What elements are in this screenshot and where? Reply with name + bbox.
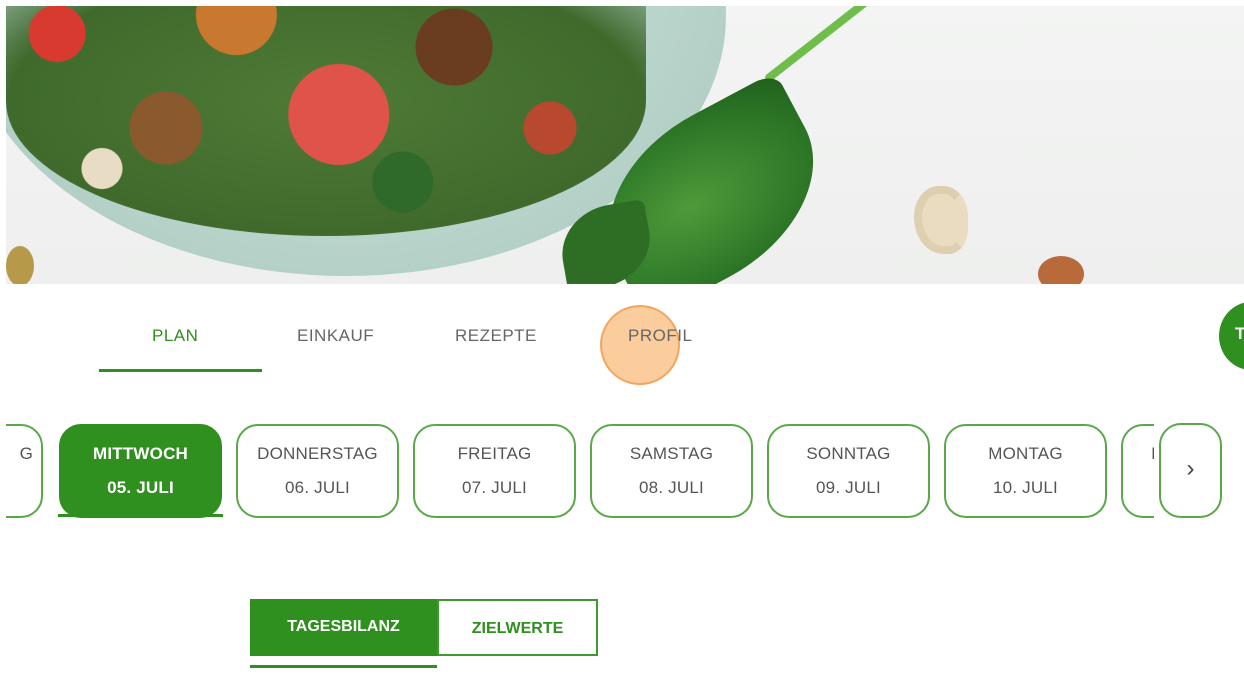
day-name: MONTAG — [988, 444, 1063, 463]
hero-image — [6, 6, 1244, 284]
day-card-mittwoch[interactable]: MITTWOCH 05. JULI — [59, 424, 222, 518]
nav-tab-plan[interactable]: PLAN — [152, 326, 198, 346]
tab-active-underline — [250, 665, 437, 668]
day-name: I — [1151, 444, 1154, 463]
day-date: 06. JULI — [285, 478, 350, 497]
nav-tab-einkauf[interactable]: EINKAUF — [297, 326, 374, 346]
avatar-button[interactable]: T — [1219, 302, 1244, 370]
day-date: 09. JULI — [816, 478, 881, 497]
tab-tagesbilanz[interactable]: TAGESBILANZ — [250, 599, 437, 656]
cashew — [914, 186, 968, 254]
nav-tab-rezepte[interactable]: REZEPTE — [455, 326, 537, 346]
chevron-right-icon: › — [1186, 455, 1195, 482]
day-name: MITTWOCH — [92, 444, 189, 463]
day-date: 10. JULI — [993, 478, 1058, 497]
day-card-sonntag[interactable]: SONNTAG 09. JULI — [767, 424, 930, 518]
day-active-underline — [58, 514, 223, 517]
day-card-prev-partial[interactable]: G — [6, 424, 43, 518]
day-name: SAMSTAG — [629, 444, 714, 463]
day-card-montag[interactable]: MONTAG 10. JULI — [944, 424, 1107, 518]
next-days-button[interactable]: › — [1159, 423, 1222, 518]
day-card-samstag[interactable]: SAMSTAG 08. JULI — [590, 424, 753, 518]
seed — [6, 246, 34, 284]
day-selector: G MITTWOCH 05. JULI DONNERSTAG 06. JULI … — [6, 420, 1154, 520]
nav-active-underline — [99, 369, 262, 372]
day-date: 05. JULI — [107, 478, 174, 497]
day-name: DONNERSTAG — [257, 444, 378, 463]
tab-zielwerte[interactable]: ZIELWERTE — [437, 599, 598, 656]
nav-tab-profil[interactable]: PROFIL — [628, 326, 692, 346]
day-name: SONNTAG — [806, 444, 891, 463]
day-date: 07. JULI — [462, 478, 527, 497]
spinach-stem — [763, 6, 974, 84]
day-card-donnerstag[interactable]: DONNERSTAG 06. JULI — [236, 424, 399, 518]
almond — [1038, 256, 1084, 284]
day-card-next-partial[interactable]: I — [1121, 424, 1154, 518]
day-name: G — [19, 444, 33, 463]
day-card-freitag[interactable]: FREITAG 07. JULI — [413, 424, 576, 518]
day-name: FREITAG — [457, 444, 532, 463]
day-date: 08. JULI — [639, 478, 704, 497]
